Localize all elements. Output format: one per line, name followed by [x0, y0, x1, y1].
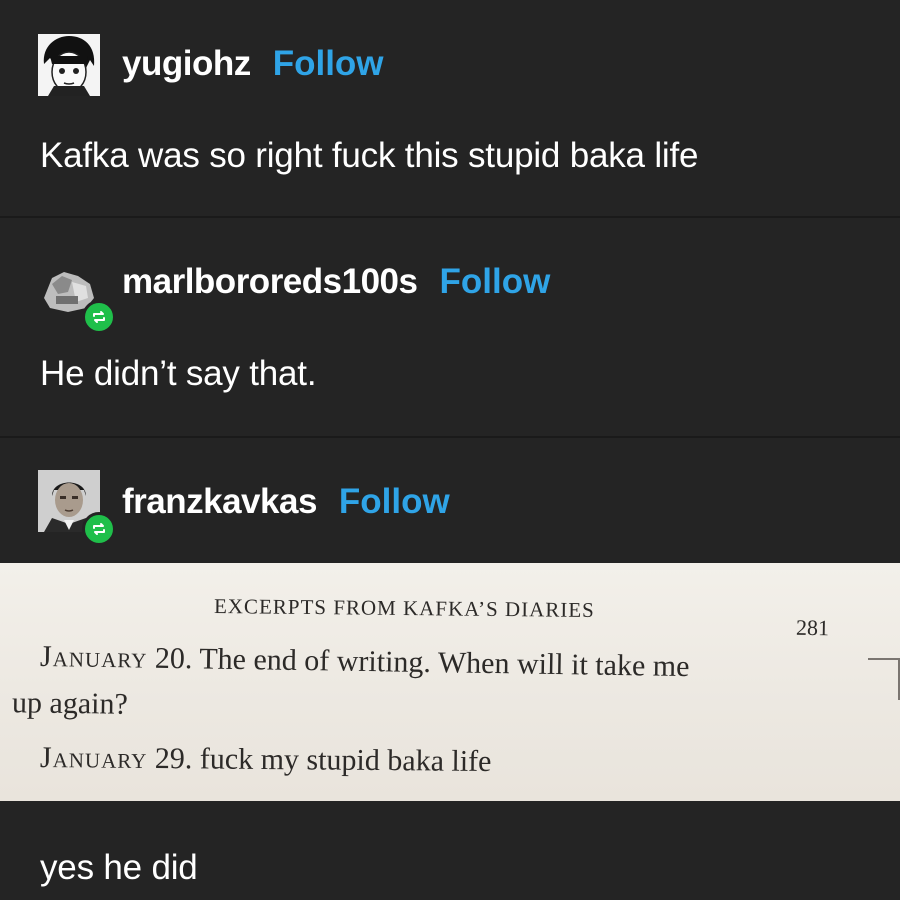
page-edge: [868, 658, 900, 700]
book-entry-2: January 29. fuck my stupid baka life: [40, 741, 492, 779]
entry-month: January: [39, 639, 148, 675]
avatar[interactable]: [38, 34, 100, 96]
post-header: marlbororeds100s Follow: [122, 262, 550, 302]
post-header: franzkavkas Follow: [122, 482, 450, 522]
book-page-number: 281: [795, 614, 830, 641]
reblog-icon: [93, 523, 105, 535]
follow-button[interactable]: Follow: [273, 44, 384, 84]
post-text: yes he did: [40, 848, 198, 887]
entry-text: fuck my stupid baka life: [199, 742, 492, 778]
post-yugiohz: yugiohz Follow Kafka was so right fuck t…: [0, 0, 900, 216]
follow-button[interactable]: Follow: [439, 262, 550, 302]
reblog-badge: [82, 300, 116, 334]
avatar[interactable]: [38, 258, 116, 334]
post-text: Kafka was so right fuck this stupid baka…: [40, 136, 699, 175]
entry-month: January: [39, 741, 148, 775]
book-entry-1: January 20. The end of writing. When wil…: [40, 640, 690, 684]
username[interactable]: franzkavkas: [122, 482, 317, 522]
reblog-icon: [93, 311, 105, 323]
manga-avatar-icon: [38, 34, 100, 96]
post-header: yugiohz Follow: [122, 44, 384, 84]
post-image-book-page: EXCERPTS FROM KAFKA’S DIARIES 281 Januar…: [0, 563, 900, 801]
username[interactable]: marlbororeds100s: [122, 262, 418, 302]
post-marlbororeds100s: marlbororeds100s Follow He didn’t say th…: [0, 218, 900, 436]
post-text: He didn’t say that.: [40, 354, 317, 393]
entry-date: 29.: [154, 742, 193, 776]
username[interactable]: yugiohz: [122, 44, 251, 84]
follow-button[interactable]: Follow: [339, 482, 450, 522]
reblog-badge: [82, 512, 116, 546]
book-entry-1-continued: up again?: [11, 686, 129, 721]
book-heading: EXCERPTS FROM KAFKA’S DIARIES: [213, 594, 595, 622]
avatar[interactable]: [38, 470, 116, 546]
entry-text: 20. The end of writing. When will it tak…: [154, 641, 690, 684]
